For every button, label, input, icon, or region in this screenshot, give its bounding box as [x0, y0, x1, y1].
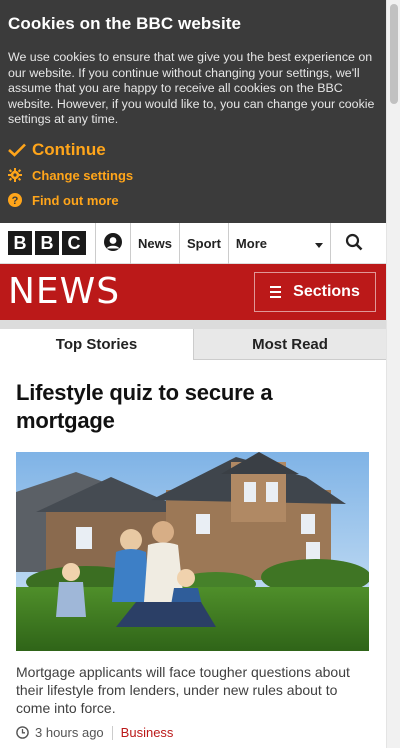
story-meta: 3 hours ago Business — [16, 725, 370, 740]
change-settings-link[interactable]: Change settings — [8, 168, 386, 183]
story-section-link[interactable]: Business — [121, 725, 174, 740]
account-button[interactable] — [96, 222, 131, 264]
story-image[interactable] — [16, 452, 369, 651]
svg-text:?: ? — [12, 195, 19, 207]
sections-label: Sections — [293, 283, 360, 300]
meta-divider — [111, 725, 113, 740]
scrollbar[interactable] — [386, 0, 400, 748]
find-out-more-link[interactable]: ? Find out more — [8, 193, 386, 208]
bbc-global-nav: B B C News Sport More — [0, 222, 386, 264]
page: Cookies on the BBC website We use cookie… — [0, 0, 386, 740]
tab-most-read[interactable]: Most Read — [193, 329, 386, 360]
news-logo[interactable]: NEWS — [8, 274, 120, 310]
continue-button[interactable]: Continue — [8, 140, 386, 160]
search-icon — [345, 233, 363, 254]
tab-top-stories[interactable]: Top Stories — [0, 329, 193, 360]
question-mark-icon: ? — [8, 193, 28, 207]
bbc-logo-block: B — [35, 231, 59, 255]
story-timestamp: 3 hours ago — [35, 725, 104, 740]
story-summary: Mortgage applicants will face tougher qu… — [16, 664, 350, 716]
lead-story: Lifestyle quiz to secure a mortgage Mort… — [0, 360, 386, 740]
nav-item-more-label: More — [235, 235, 267, 251]
bbc-logo-block: B — [8, 231, 32, 255]
clock-icon — [16, 726, 29, 739]
story-tabs: Top Stories Most Read — [0, 329, 386, 360]
bbc-logo-block: C — [62, 231, 86, 255]
user-account-icon — [103, 232, 123, 255]
find-out-more-label: Find out more — [32, 192, 119, 208]
story-headline[interactable]: Lifestyle quiz to secure a mortgage — [16, 379, 370, 435]
cookie-banner-title: Cookies on the BBC website — [8, 14, 242, 33]
cookie-banner: Cookies on the BBC website We use cookie… — [0, 0, 386, 223]
bbc-logo[interactable]: B B C — [0, 222, 96, 264]
cookie-banner-text: We use cookies to ensure that we give yo… — [8, 50, 375, 126]
nav-item-sport[interactable]: Sport — [180, 222, 229, 264]
dropdown-arrow-icon — [314, 236, 323, 251]
search-button[interactable] — [331, 223, 377, 264]
sections-button[interactable]: Sections — [254, 272, 376, 312]
news-header: NEWS Sections — [0, 264, 386, 320]
nav-item-news[interactable]: News — [131, 222, 180, 264]
checkmark-icon — [8, 143, 28, 157]
nav-item-more[interactable]: More — [229, 222, 331, 264]
hamburger-menu-icon — [270, 286, 282, 298]
scrollbar-thumb[interactable] — [390, 4, 398, 104]
gear-icon — [8, 168, 28, 182]
change-settings-label: Change settings — [32, 167, 134, 183]
continue-label: Continue — [32, 139, 106, 159]
header-spacer — [0, 320, 386, 329]
